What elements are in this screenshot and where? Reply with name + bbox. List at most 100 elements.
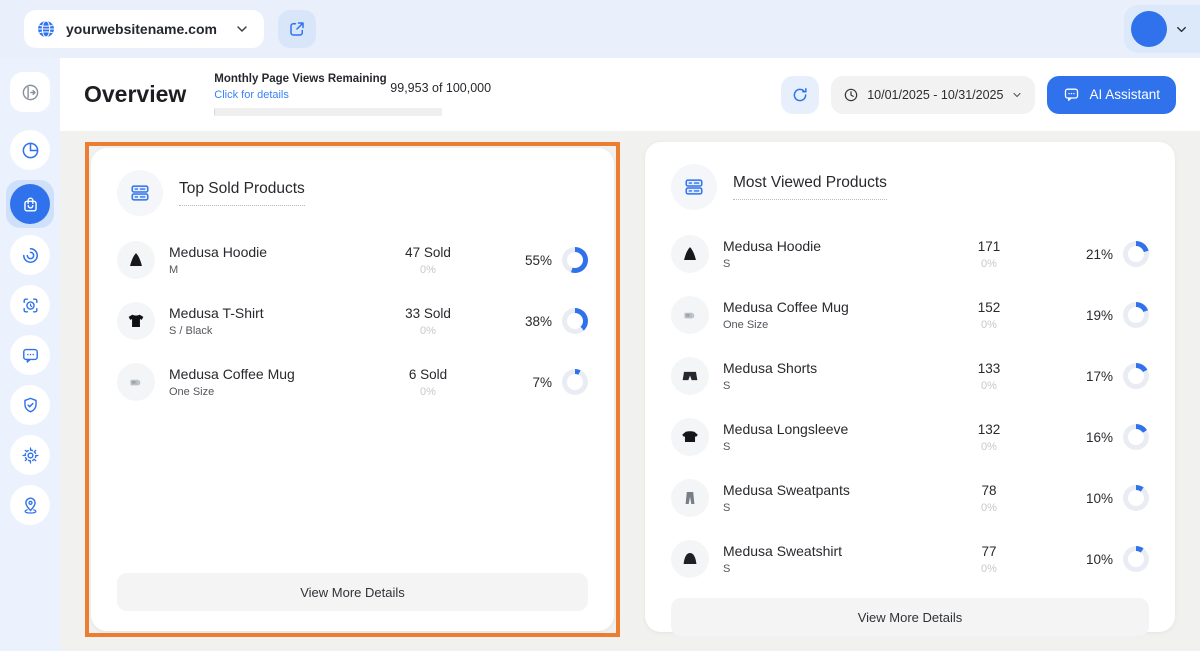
product-name: Medusa Coffee Mug: [723, 299, 849, 315]
page-views-label: Monthly Page Views Remaining: [214, 73, 387, 85]
ai-assistant-label: AI Assistant: [1089, 87, 1160, 102]
product-count: 47 Sold: [405, 244, 451, 260]
products-list-icon: [671, 164, 717, 210]
product-row[interactable]: Medusa T-Shirt S / Black 33 Sold 0% 38%: [117, 299, 588, 343]
sidebar: [0, 58, 60, 651]
donut-chart: [1123, 302, 1149, 328]
chevron-down-icon: [1011, 89, 1023, 101]
product-row[interactable]: Medusa Shorts S 133 0% 17%: [671, 354, 1149, 398]
sidebar-item-live-view[interactable]: [10, 285, 50, 325]
product-row[interactable]: Medusa Coffee Mug One Size 6 Sold 0% 7%: [117, 360, 588, 404]
ai-assistant-button[interactable]: AI Assistant: [1047, 75, 1176, 114]
coffee-mug-image: [117, 363, 155, 401]
product-count: 6 Sold: [408, 366, 448, 382]
product-count: 132: [977, 421, 1001, 437]
sidebar-item-feedback[interactable]: [10, 335, 50, 375]
product-row[interactable]: Medusa Sweatpants S 78 0% 10%: [671, 476, 1149, 520]
page-views-progress-bar: [214, 108, 443, 116]
page-views-count: 99,953 of 100,000: [390, 81, 492, 95]
page-title: Overview: [84, 81, 187, 107]
sidebar-item-sessions[interactable]: [10, 235, 50, 275]
most-viewed-products-card: Most Viewed Products Medusa Hoodie S 171…: [645, 142, 1175, 636]
account-menu[interactable]: [1124, 5, 1200, 53]
sidebar-item-settings[interactable]: [10, 435, 50, 475]
view-more-details-button[interactable]: View More Details: [671, 598, 1149, 636]
product-variant: M: [169, 264, 179, 276]
swirl-icon: [21, 246, 40, 265]
sweatpants-image: [671, 479, 709, 517]
external-link-icon: [288, 20, 306, 38]
product-percent: 10%: [1085, 490, 1113, 506]
date-range-value: 10/01/2025 - 10/31/2025: [867, 87, 1004, 102]
longsleeve-image: [671, 418, 709, 456]
product-name: Medusa T-Shirt: [169, 305, 264, 321]
product-rows: Medusa Hoodie M 47 Sold 0% 55% Medusa T-…: [117, 238, 588, 573]
product-variant: S: [723, 502, 731, 514]
map-pin-icon: [21, 496, 40, 515]
product-row[interactable]: Medusa Hoodie M 47 Sold 0% 55%: [117, 238, 588, 282]
donut-chart: [1123, 424, 1149, 450]
open-site-button[interactable]: [278, 10, 316, 48]
product-name: Medusa Coffee Mug: [169, 366, 295, 382]
coffee-mug-image: [671, 296, 709, 334]
page-header: Overview Monthly Page Views Remaining Cl…: [60, 58, 1200, 131]
product-count: 77: [981, 543, 997, 559]
pie-chart-icon: [21, 141, 40, 160]
product-percent: 16%: [1085, 429, 1113, 445]
date-range-picker[interactable]: 10/01/2025 - 10/31/2025: [831, 75, 1036, 114]
card-title-top-sold[interactable]: Top Sold Products: [179, 180, 305, 206]
sidebar-item-toggle[interactable]: [10, 72, 50, 112]
view-more-details-button[interactable]: View More Details: [117, 573, 588, 611]
avatar: [1131, 11, 1167, 47]
chevron-down-icon: [1174, 22, 1189, 37]
product-count-sub: 0%: [981, 562, 997, 575]
site-selector[interactable]: yourwebsitename.com: [24, 10, 264, 48]
hoodie-image: [671, 235, 709, 273]
chevron-down-icon: [234, 21, 250, 37]
product-percent: 10%: [1085, 551, 1113, 567]
hoodie-image: [117, 241, 155, 279]
clock-icon: [843, 87, 859, 103]
top-sold-products-card: Top Sold Products Medusa Hoodie M 47 Sol…: [91, 148, 614, 631]
product-row[interactable]: Medusa Longsleeve S 132 0% 16%: [671, 415, 1149, 459]
topbar: yourwebsitename.com: [0, 0, 1200, 58]
product-row[interactable]: Medusa Sweatshirt S 77 0% 10%: [671, 537, 1149, 581]
product-count-sub: 0%: [981, 379, 997, 392]
product-name: Medusa Hoodie: [723, 238, 822, 254]
product-count: 78: [981, 482, 997, 498]
product-count: 152: [977, 299, 1001, 315]
refresh-button[interactable]: [781, 75, 820, 114]
sidebar-item-locations[interactable]: [10, 485, 50, 525]
product-count: 133: [977, 360, 1001, 376]
sidebar-item-analytics[interactable]: [10, 130, 50, 170]
product-row[interactable]: Medusa Hoodie S 171 0% 21%: [671, 232, 1149, 276]
product-count-sub: 0%: [420, 263, 436, 276]
product-variant: S / Black: [169, 325, 213, 337]
tshirt-image: [117, 302, 155, 340]
donut-chart: [562, 247, 588, 273]
sidebar-toggle-icon: [21, 83, 40, 102]
chat-bubble-icon: [1063, 86, 1080, 103]
shopping-bag-icon: [10, 184, 50, 224]
gear-icon: [21, 446, 40, 465]
site-name: yourwebsitename.com: [66, 21, 217, 37]
product-count-sub: 0%: [981, 501, 997, 514]
globe-icon: [36, 19, 56, 39]
product-row[interactable]: Medusa Coffee Mug One Size 152 0% 19%: [671, 293, 1149, 337]
scan-clock-icon: [21, 296, 40, 315]
sidebar-item-ecommerce-active[interactable]: [6, 180, 54, 228]
product-percent: 55%: [524, 252, 552, 268]
page-views-widget: Monthly Page Views Remaining Click for d…: [214, 73, 491, 116]
chat-bubble-icon: [21, 346, 40, 365]
products-list-icon: [117, 170, 163, 216]
dashboard-page: yourwebsitename.com Overview Monthly Pag…: [0, 0, 1200, 651]
product-percent: 17%: [1085, 368, 1113, 384]
card-title-most-viewed[interactable]: Most Viewed Products: [733, 174, 887, 200]
donut-chart: [562, 369, 588, 395]
sidebar-item-security[interactable]: [10, 385, 50, 425]
product-name: Medusa Sweatpants: [723, 482, 850, 498]
page-views-details-link[interactable]: Click for details: [214, 89, 289, 101]
product-percent: 38%: [524, 313, 552, 329]
shorts-image: [671, 357, 709, 395]
content-area: Top Sold Products Medusa Hoodie M 47 Sol…: [60, 131, 1200, 651]
